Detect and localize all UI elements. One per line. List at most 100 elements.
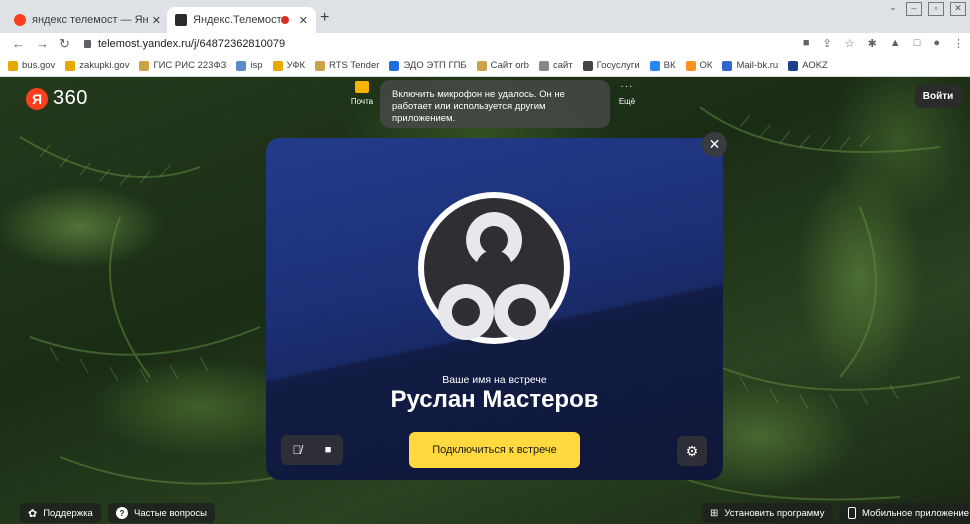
bookmark-label: Сайт orb xyxy=(490,60,529,71)
mobile-app-button[interactable]: Мобильное приложение xyxy=(840,503,970,523)
mail-label: Почта xyxy=(350,97,374,106)
bookmark-label: ВК xyxy=(663,60,676,71)
bookmark-favicon-icon xyxy=(476,60,487,71)
extension-icon[interactable]: ▲ xyxy=(890,37,901,50)
bookmark-item[interactable]: ВК xyxy=(649,60,676,71)
bookmark-favicon-icon xyxy=(315,60,326,71)
minimize-icon[interactable]: – xyxy=(906,2,922,16)
bookmark-favicon-icon xyxy=(139,60,150,71)
new-tab-button[interactable]: + xyxy=(320,9,329,27)
bookmark-item[interactable]: Сайт orb xyxy=(476,60,529,71)
install-label: Установить программу xyxy=(724,507,825,519)
bookmark-favicon-icon xyxy=(389,60,400,71)
faq-button[interactable]: ? Частые вопросы xyxy=(108,503,215,523)
bookmark-item[interactable]: ГИС РИС 223ФЗ xyxy=(139,60,226,71)
bookmark-favicon-icon xyxy=(722,60,733,71)
back-arrow-icon[interactable]: ← xyxy=(12,36,25,51)
bookmark-item[interactable]: zakupki.gov xyxy=(65,60,129,71)
bookmark-item[interactable]: сайт xyxy=(538,60,573,71)
join-meeting-card: Ваше имя на встрече Руслан Мастеров 🎙̸ ■… xyxy=(266,138,723,480)
support-button[interactable]: ✿ Поддержка xyxy=(20,503,101,523)
close-card-button[interactable]: ✕ xyxy=(702,132,727,157)
faq-label: Частые вопросы xyxy=(134,507,207,519)
bookmark-label: Госуслуги xyxy=(596,60,640,71)
address-bar[interactable]: telemost.yandex.ru/j/64872362810079 xyxy=(84,38,285,50)
tab-telemost[interactable]: Яндекс.Телемост ✕ xyxy=(167,7,316,33)
window-controls: ⌄ – ▫ ✕ xyxy=(886,2,966,16)
bookmarks-bar: bus.gov zakupki.gov ГИС РИС 223ФЗ isp УФК RTS… xyxy=(0,55,970,77)
bookmark-item[interactable]: ЭДО ЭТП ГПБ xyxy=(389,60,467,71)
tab-title: Яндекс.Телемост xyxy=(193,14,281,26)
bookmark-favicon-icon xyxy=(538,60,549,71)
bookmark-label: zakupki.gov xyxy=(79,60,130,71)
toolbar-icons: ■ ⇪ ☆ ✱ ▲ □ ● ⋮ xyxy=(803,37,964,50)
bookmark-item[interactable]: УФК xyxy=(272,60,306,71)
login-button[interactable]: Войти xyxy=(915,85,961,108)
bookmark-label: RTS Tender xyxy=(329,60,380,71)
obs-avatar-icon xyxy=(418,192,570,344)
close-window-icon[interactable]: ✕ xyxy=(950,2,966,16)
microphone-off-icon[interactable]: 🎙̸ xyxy=(293,443,302,457)
gear-icon: ⚙ xyxy=(685,442,699,459)
bookmark-favicon-icon xyxy=(788,60,799,71)
camera-indicator-icon[interactable]: ■ xyxy=(803,37,810,50)
name-field-label: Ваше имя на встрече xyxy=(442,374,547,386)
microphone-error-toast: Включить микрофон не удалось. Он не рабо… xyxy=(380,80,610,128)
lock-icon xyxy=(84,40,91,48)
bookmark-favicon-icon xyxy=(236,60,247,71)
mail-button[interactable]: Почта xyxy=(346,81,378,106)
bookmark-item[interactable]: АОKZ xyxy=(788,60,828,71)
reload-icon[interactable]: ↻ xyxy=(59,36,70,52)
bookmark-favicon-icon xyxy=(649,60,660,71)
bookmark-label: ОК xyxy=(699,60,713,71)
join-meeting-button[interactable]: Подключиться к встрече xyxy=(409,432,580,468)
bookmark-label: Mail-bk.ru xyxy=(736,60,779,71)
share-icon[interactable]: ⇪ xyxy=(822,37,831,50)
bookmark-item[interactable]: RTS Tender xyxy=(315,60,379,71)
bookmark-item[interactable]: isp xyxy=(236,60,263,71)
yandex-favicon-icon xyxy=(14,14,26,26)
url-text: telemost.yandex.ru/j/64872362810079 xyxy=(98,38,286,50)
bookmark-favicon-icon xyxy=(65,60,76,71)
camera-icon[interactable]: ■ xyxy=(325,444,332,456)
tab-close-icon[interactable]: ✕ xyxy=(299,14,308,27)
chevron-down-icon[interactable]: ⌄ xyxy=(886,2,900,14)
more-dots-icon: ··· xyxy=(620,81,634,92)
install-app-button[interactable]: ⊞ Установить программу xyxy=(702,503,833,523)
bookmark-label: ГИС РИС 223ФЗ xyxy=(153,60,227,71)
question-icon: ? xyxy=(116,507,128,519)
bookmark-favicon-icon xyxy=(8,60,18,71)
tab-close-icon[interactable]: ✕ xyxy=(152,14,161,27)
bookmark-item[interactable]: bus.gov xyxy=(8,60,55,71)
menu-kebab-icon[interactable]: ⋮ xyxy=(953,37,964,50)
bookmark-label: АОKZ xyxy=(802,60,828,71)
tab-title: яндекс телемост — Яндекс: нашл xyxy=(32,14,148,26)
bookmark-favicon-icon xyxy=(582,60,593,71)
bookmark-item[interactable]: ОК xyxy=(685,60,713,71)
yandex-logo-letter: Я xyxy=(26,87,48,110)
telemost-favicon-icon xyxy=(175,14,187,26)
bookmark-item[interactable]: Госуслуги xyxy=(582,60,640,71)
yandex-360-logo[interactable]: Я 360 xyxy=(26,87,88,110)
bookmark-label: bus.gov xyxy=(22,60,56,71)
extensions-puzzle-icon[interactable]: ✱ xyxy=(868,37,877,50)
tab-yandex-search[interactable]: яндекс телемост — Яндекс: нашл ✕ xyxy=(6,7,169,33)
forward-arrow-icon[interactable]: → xyxy=(36,36,49,51)
profile-icon[interactable]: ● xyxy=(933,37,940,50)
bookmark-star-icon[interactable]: ☆ xyxy=(845,37,855,50)
bookmark-favicon-icon xyxy=(272,60,283,71)
bookmark-label: УФК xyxy=(286,60,306,71)
bookmark-label: isp xyxy=(250,60,263,71)
mobile-label: Мобильное приложение xyxy=(862,507,970,519)
bookmark-favicon-icon xyxy=(685,60,696,71)
settings-button[interactable]: ⚙ xyxy=(677,436,707,466)
recording-indicator-icon xyxy=(280,16,289,24)
mail-envelope-icon xyxy=(355,81,369,93)
bookmark-item[interactable]: Mail-bk.ru xyxy=(722,60,778,71)
sidebar-icon[interactable]: □ xyxy=(914,37,921,50)
bookmark-label: сайт xyxy=(552,60,573,71)
more-label: Ещё xyxy=(618,97,636,106)
more-button[interactable]: ··· Ещё xyxy=(612,81,642,106)
name-input[interactable]: Руслан Мастеров xyxy=(266,386,723,414)
restore-icon[interactable]: ▫ xyxy=(928,2,944,16)
